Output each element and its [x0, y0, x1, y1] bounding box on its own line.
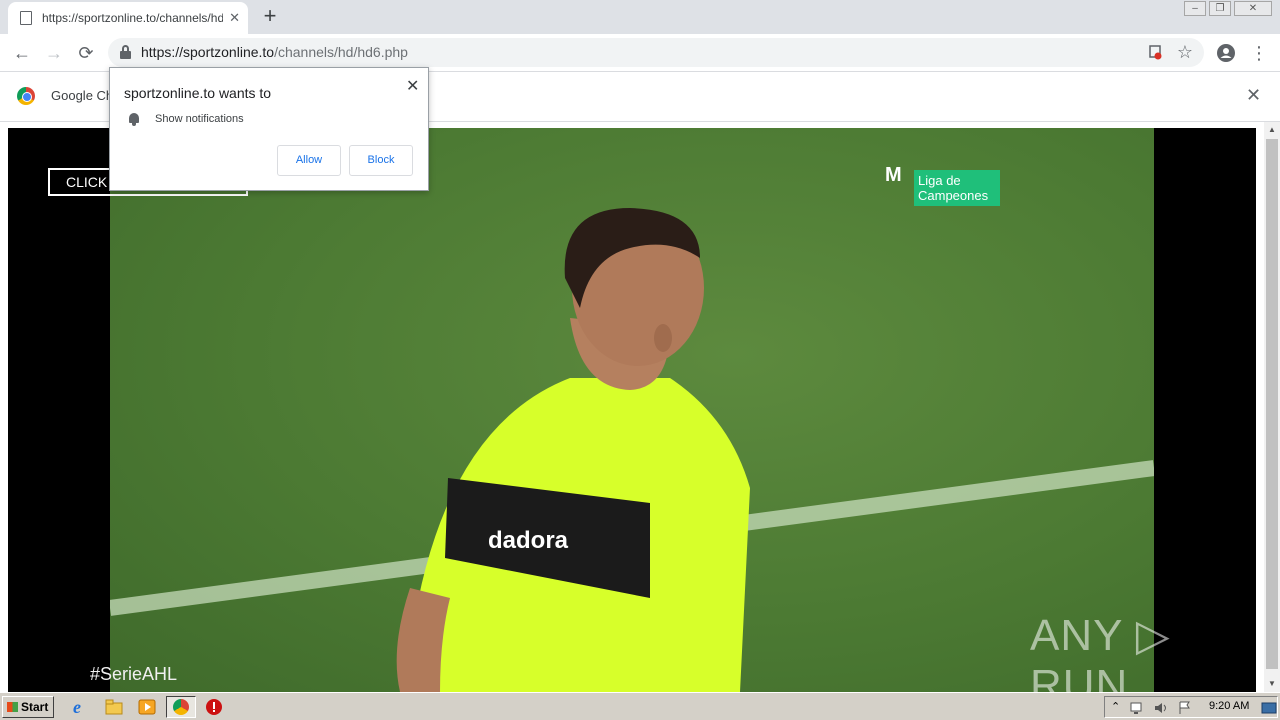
info-bar-text: Google Ch [51, 88, 114, 103]
permission-text: Show notifications [155, 113, 244, 125]
reload-icon[interactable]: ⟳ [73, 40, 99, 66]
internet-explorer-icon[interactable]: e [70, 697, 92, 717]
url-host: https://sportzonline.to [141, 44, 275, 60]
permission-popup-title: sportzonline.to wants to [124, 85, 272, 101]
clock[interactable]: 9:20 AM [1209, 700, 1249, 712]
chrome-logo-icon [17, 87, 35, 105]
movistar-logo-icon: M [885, 164, 902, 186]
volume-icon[interactable] [1153, 700, 1169, 716]
channel-brand-badge: Liga de Campeones [914, 170, 1000, 206]
action-center-flag-icon[interactable] [1177, 700, 1193, 716]
block-button[interactable]: Block [349, 145, 413, 176]
opera-warning-icon[interactable] [203, 697, 225, 717]
system-tray: ⌃ 9:20 AM [1104, 696, 1278, 718]
chrome-icon [173, 699, 189, 715]
svg-text:e: e [73, 697, 81, 717]
profile-icon[interactable] [1216, 43, 1236, 63]
tab-title: https://sportzonline.to/channels/hd/ [42, 11, 224, 25]
permission-close-icon[interactable]: ✕ [406, 76, 419, 96]
page-icon [20, 11, 32, 25]
blocked-popup-icon[interactable] [1148, 45, 1162, 60]
new-tab-button[interactable]: + [258, 4, 282, 28]
forward-arrow-icon[interactable]: → [41, 40, 67, 66]
notification-permission-popup: sportzonline.to wants to ✕ Show notifica… [109, 67, 429, 191]
chrome-taskbar-button[interactable] [166, 696, 196, 718]
lock-icon[interactable] [120, 45, 131, 59]
scroll-down-arrow-icon[interactable]: ▼ [1264, 676, 1280, 692]
menu-kebab-icon[interactable]: ⋮ [1246, 40, 1272, 66]
allow-button[interactable]: Allow [277, 145, 341, 176]
network-icon[interactable] [1129, 700, 1145, 716]
tab-close-icon[interactable]: ✕ [229, 10, 240, 26]
restore-button[interactable]: ❐ [1209, 1, 1231, 16]
video-frame[interactable]: dadora [110, 128, 1154, 692]
start-button[interactable]: Start [2, 696, 54, 718]
video-scene: dadora [110, 208, 1154, 692]
bookmark-star-icon[interactable]: ☆ [1172, 39, 1198, 65]
media-player-icon[interactable] [136, 697, 158, 717]
page-scrollbar[interactable]: ▲ ▼ [1264, 122, 1280, 692]
back-arrow-icon[interactable]: ← [9, 40, 35, 66]
bell-icon [128, 112, 140, 126]
video-player[interactable]: dadora CLICK M Liga de Campeones #SerieA… [8, 128, 1256, 692]
scroll-up-arrow-icon[interactable]: ▲ [1264, 122, 1280, 138]
svg-text:dadora: dadora [488, 527, 569, 554]
start-label: Start [21, 700, 49, 714]
hashtag-overlay: #SerieAHL [90, 664, 178, 684]
windows-flag-icon [7, 702, 18, 712]
address-bar[interactable]: https://sportzonline.to/channels/hd/hd6.… [108, 38, 1204, 67]
url-path: /channels/hd/hd6.php [274, 44, 408, 60]
file-explorer-icon[interactable] [103, 697, 125, 717]
web-page: dadora CLICK M Liga de Campeones #SerieA… [0, 122, 1264, 710]
info-bar-close-icon[interactable]: ✕ [1246, 85, 1261, 106]
minimize-button[interactable]: – [1184, 1, 1206, 16]
show-hidden-icons-icon[interactable]: ⌃ [1111, 700, 1120, 713]
tab-strip: https://sportzonline.to/channels/hd/ ✕ +… [0, 0, 1280, 34]
window-close-button[interactable]: ✕ [1234, 1, 1272, 16]
show-desktop-icon[interactable] [1261, 700, 1277, 716]
scroll-thumb[interactable] [1266, 139, 1278, 669]
browser-tab[interactable]: https://sportzonline.to/channels/hd/ ✕ [8, 2, 248, 34]
windows-taskbar: Start e ⌃ 9:20 AM [0, 692, 1280, 720]
url-text[interactable]: https://sportzonline.to/channels/hd/hd6.… [141, 44, 408, 60]
